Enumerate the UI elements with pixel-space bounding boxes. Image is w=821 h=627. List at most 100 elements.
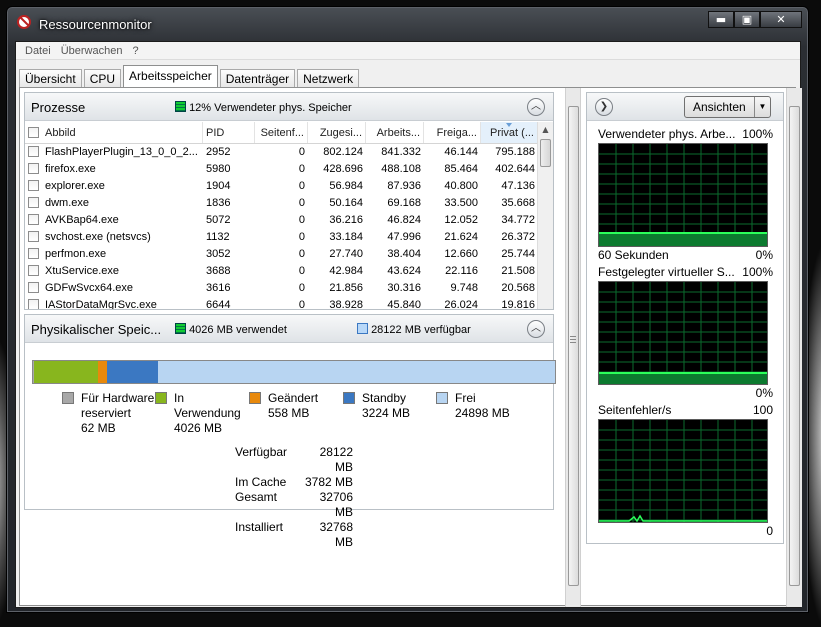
column-seitenfehler[interactable]: Seitenf... [255, 122, 308, 143]
modified-label: Geändert [268, 391, 319, 405]
process-cell: 1836 [206, 197, 231, 209]
splitter-grip-icon[interactable] [570, 336, 576, 343]
table-row[interactable]: AVKBap64.exe 5072 0 36.216 46.824 12.052 34.77… [25, 212, 552, 229]
process-checkbox[interactable] [28, 231, 39, 242]
physical-memory-header[interactable]: Physikalischer Speic... 4026 MB verwende… [25, 315, 553, 343]
legend-standby: Standby 3224 MB [343, 391, 433, 421]
table-row[interactable]: perfmon.exe 3052 0 27.740 38.404 12.660 25.744 [25, 246, 552, 263]
process-cell: 5072 [206, 214, 231, 226]
select-all-checkbox[interactable] [28, 127, 39, 138]
processes-header[interactable]: Prozesse 12% Verwendeter phys. Speicher … [25, 93, 553, 121]
process-checkbox[interactable] [28, 180, 39, 191]
left-pane-scroll-thumb[interactable] [568, 106, 579, 586]
process-name-cell: GDFwSvcx64.exe [25, 280, 203, 297]
process-cell: 20.568 [501, 282, 535, 294]
process-cell: 33.500 [444, 197, 478, 209]
process-name-cell: dwm.exe [25, 195, 203, 212]
process-cell: 22.116 [445, 265, 478, 277]
graphs-pane: ❯ Ansichten ▼ Verwendeter phys. Arbe... … [586, 92, 784, 544]
column-zugesichert[interactable]: Zugesi... [308, 122, 366, 143]
graph2-grid [599, 282, 767, 384]
table-row[interactable]: IAStorDataMgrSvc.exe 6644 0 38.928 45.840 26.… [25, 297, 552, 309]
expand-graphs-icon[interactable]: ❯ [595, 98, 613, 116]
right-pane-scroll-thumb[interactable] [789, 106, 800, 586]
tab-datentraeger[interactable]: Datenträger [219, 69, 296, 88]
table-row[interactable]: firefox.exe 5980 0 428.696 488.108 85.464 402.… [25, 161, 552, 178]
process-checkbox[interactable] [28, 248, 39, 259]
process-cell: 26.372 [501, 231, 535, 243]
stat-row: Verfügbar 28122 MB [235, 445, 353, 474]
process-checkbox[interactable] [28, 197, 39, 208]
minimize-button[interactable]: ▬ [708, 11, 734, 28]
process-cell: 2952 [206, 146, 231, 158]
graph2-max: 100% [742, 265, 773, 279]
process-cell: 21.856 [329, 282, 363, 294]
used-legend-icon [175, 323, 186, 334]
process-cell: 36.216 [329, 214, 363, 226]
table-row[interactable]: FlashPlayerPlugin_13_0_0_2... 2952 0 802.12… [25, 144, 552, 161]
tab-uebersicht[interactable]: Übersicht [19, 69, 82, 88]
menu-ueberwachen[interactable]: Überwachen [56, 45, 128, 57]
process-cell: 0 [298, 163, 305, 175]
scroll-thumb[interactable] [540, 139, 551, 167]
resource-monitor-app-icon [17, 15, 31, 29]
processes-scrollbar[interactable]: ▲ [537, 122, 553, 309]
tab-cpu[interactable]: CPU [83, 69, 122, 88]
used-memory-legend-icon [175, 101, 186, 112]
table-row[interactable]: svchost.exe (netsvcs) 1132 0 33.184 47.996 21… [25, 229, 552, 246]
processes-usage-info: 12% Verwendeter phys. Speicher [175, 101, 352, 114]
table-row[interactable]: explorer.exe 1904 0 56.984 87.936 40.800 47.13… [25, 178, 552, 195]
menu-help[interactable]: ? [127, 45, 143, 57]
physical-available-text: 28122 MB verfügbar [371, 324, 471, 336]
modified-value: 558 MB [268, 406, 310, 420]
scroll-up-icon[interactable]: ▲ [538, 122, 553, 138]
process-checkbox[interactable] [28, 299, 39, 309]
committed-memory-graph [598, 281, 768, 385]
column-pid[interactable]: PID [203, 122, 255, 143]
memory-bar-segment-free [158, 361, 555, 383]
views-dropdown-button[interactable]: Ansichten ▼ [684, 96, 771, 118]
process-name-cell: AVKBap64.exe [25, 212, 203, 229]
process-checkbox[interactable] [28, 282, 39, 293]
process-checkbox[interactable] [28, 146, 39, 157]
tab-netzwerk[interactable]: Netzwerk [297, 69, 360, 88]
collapse-processes-icon[interactable]: ︿ [527, 98, 545, 116]
resource-monitor-window: Ressourcenmonitor ▬ ▣ ✕ Datei Überwachen… [6, 6, 809, 613]
maximize-button[interactable]: ▣ [734, 11, 760, 28]
process-cell: 3052 [206, 248, 231, 260]
process-checkbox[interactable] [28, 163, 39, 174]
table-row[interactable]: GDFwSvcx64.exe 3616 0 21.856 30.316 9.748 20.5… [25, 280, 552, 297]
menu-datei[interactable]: Datei [20, 45, 56, 57]
process-cell: 34.772 [501, 214, 535, 226]
graph3-title: Seitenfehler/s [598, 403, 672, 417]
process-cell: 38.928 [329, 299, 363, 309]
right-pane-scrollbar[interactable] [786, 88, 802, 607]
table-row[interactable]: dwm.exe 1836 0 50.164 69.168 33.500 35.668 [25, 195, 552, 212]
process-cell: 46.824 [387, 214, 421, 226]
memory-bar-segment-in-use [33, 361, 99, 383]
physical-memory-graph [598, 143, 768, 247]
physical-available-info: 28122 MB verfügbar [357, 323, 471, 336]
column-freigabe[interactable]: Freiga... [424, 122, 481, 143]
in-use-swatch [155, 392, 167, 404]
column-arbeitssatz[interactable]: Arbeits... [366, 122, 424, 143]
process-checkbox[interactable] [28, 265, 39, 276]
graph1-max: 100% [742, 127, 773, 141]
title-bar[interactable]: Ressourcenmonitor ▬ ▣ ✕ [7, 7, 808, 37]
chevron-down-icon[interactable]: ▼ [754, 97, 770, 117]
table-row[interactable]: XtuService.exe 3688 0 42.984 43.624 22.116 21.… [25, 263, 552, 280]
in-use-label: In Verwendung [174, 391, 241, 420]
collapse-physical-icon[interactable]: ︿ [527, 320, 545, 338]
process-checkbox[interactable] [28, 214, 39, 225]
column-privat[interactable]: Privat (... [481, 122, 538, 143]
left-pane-scrollbar[interactable] [565, 88, 581, 607]
process-cell: 0 [298, 265, 305, 277]
memory-stats: Verfügbar 28122 MB Im Cache 3782 MB Gesamt… [235, 445, 353, 550]
tab-arbeitsspeicher[interactable]: Arbeitsspeicher [123, 65, 218, 88]
graph3-grid [599, 420, 767, 522]
legend-in-use: In Verwendung 4026 MB [155, 391, 245, 436]
process-cell: 0 [298, 299, 305, 309]
physical-memory-graph-svg [599, 144, 767, 246]
column-abbild[interactable]: Abbild [25, 122, 203, 143]
close-button[interactable]: ✕ [760, 11, 802, 28]
